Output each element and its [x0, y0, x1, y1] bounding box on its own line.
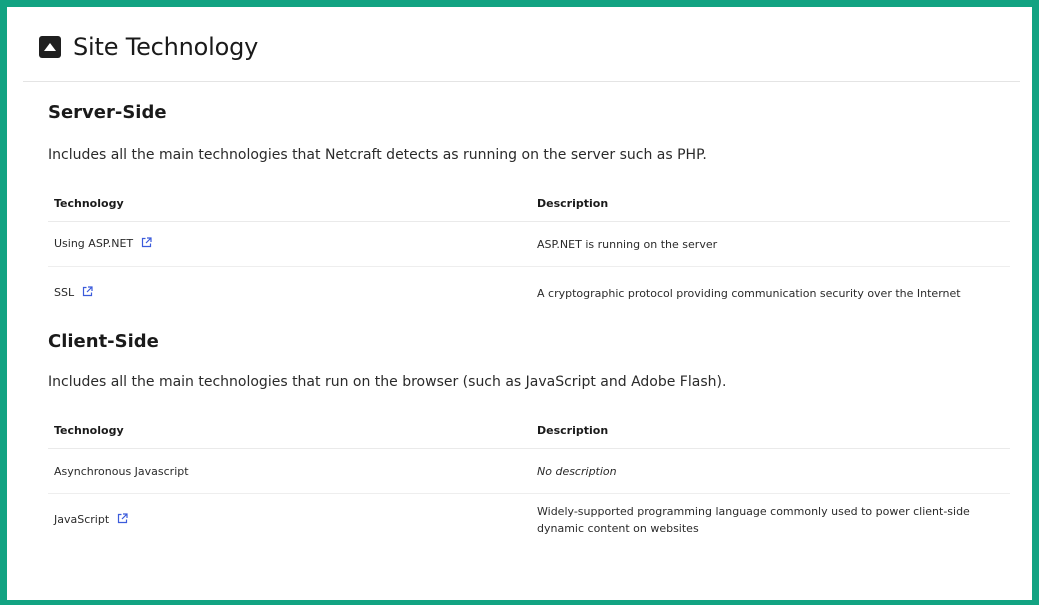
section-title-server-side: Server-Side: [48, 102, 167, 123]
client-side-section: Client-Side Includes all the main techno…: [23, 331, 1020, 546]
technology-name: JavaScript: [54, 513, 110, 526]
column-header-technology: Technology: [48, 185, 531, 222]
server-side-section: Server-Side Includes all the main techno…: [23, 102, 1020, 319]
technology-cell: JavaScript: [48, 494, 531, 547]
description-cell: No description: [531, 448, 1010, 494]
technology-name: Using ASP.NET: [54, 237, 134, 250]
section-description-server-side: Includes all the main technologies that …: [48, 147, 707, 163]
description-cell: A cryptographic protocol providing commu…: [537, 286, 961, 300]
site-technology-panel: Site Technology Server-Side Includes all…: [23, 13, 1020, 594]
section-description-client-side: Includes all the main technologies that …: [48, 374, 727, 390]
technology-cell: Using ASP.NET: [48, 221, 531, 267]
external-link-icon[interactable]: [141, 236, 152, 253]
description-cell: Widely-supported programming language co…: [537, 505, 970, 535]
screenshot-frame: Site Technology Server-Side Includes all…: [0, 0, 1039, 605]
technology-cell: SSL: [48, 267, 531, 320]
table-header-row: Technology Description: [48, 185, 1010, 222]
technology-name: SSL: [54, 286, 75, 299]
technology-name: Asynchronous Javascript: [54, 464, 189, 478]
client-side-table: Technology Description Asynchronous Java…: [48, 412, 1010, 546]
column-header-description: Description: [531, 185, 1010, 222]
column-header-description: Description: [531, 412, 1010, 449]
external-link-icon[interactable]: [117, 512, 128, 529]
table-row: Using ASP.NET ASP.NET is running on the …: [48, 221, 1010, 267]
table-row: Asynchronous Javascript No description: [48, 448, 1010, 494]
section-title-client-side: Client-Side: [48, 331, 159, 352]
description-cell: ASP.NET is running on the server: [531, 221, 1010, 267]
panel-title: Site Technology: [73, 33, 259, 61]
caret-up-square-icon[interactable]: [39, 36, 61, 58]
table-header-row: Technology Description: [48, 412, 1010, 449]
server-side-table: Technology Description Using ASP.NET ASP…: [48, 185, 1010, 319]
external-link-icon[interactable]: [82, 285, 93, 302]
panel-header[interactable]: Site Technology: [23, 13, 1020, 82]
technology-cell: Asynchronous Javascript: [48, 448, 531, 494]
column-header-technology: Technology: [48, 412, 531, 449]
table-row: SSL A cryptographic protocol providing c…: [48, 267, 1010, 320]
table-row: JavaScript Widely-supported programming …: [48, 494, 1010, 547]
